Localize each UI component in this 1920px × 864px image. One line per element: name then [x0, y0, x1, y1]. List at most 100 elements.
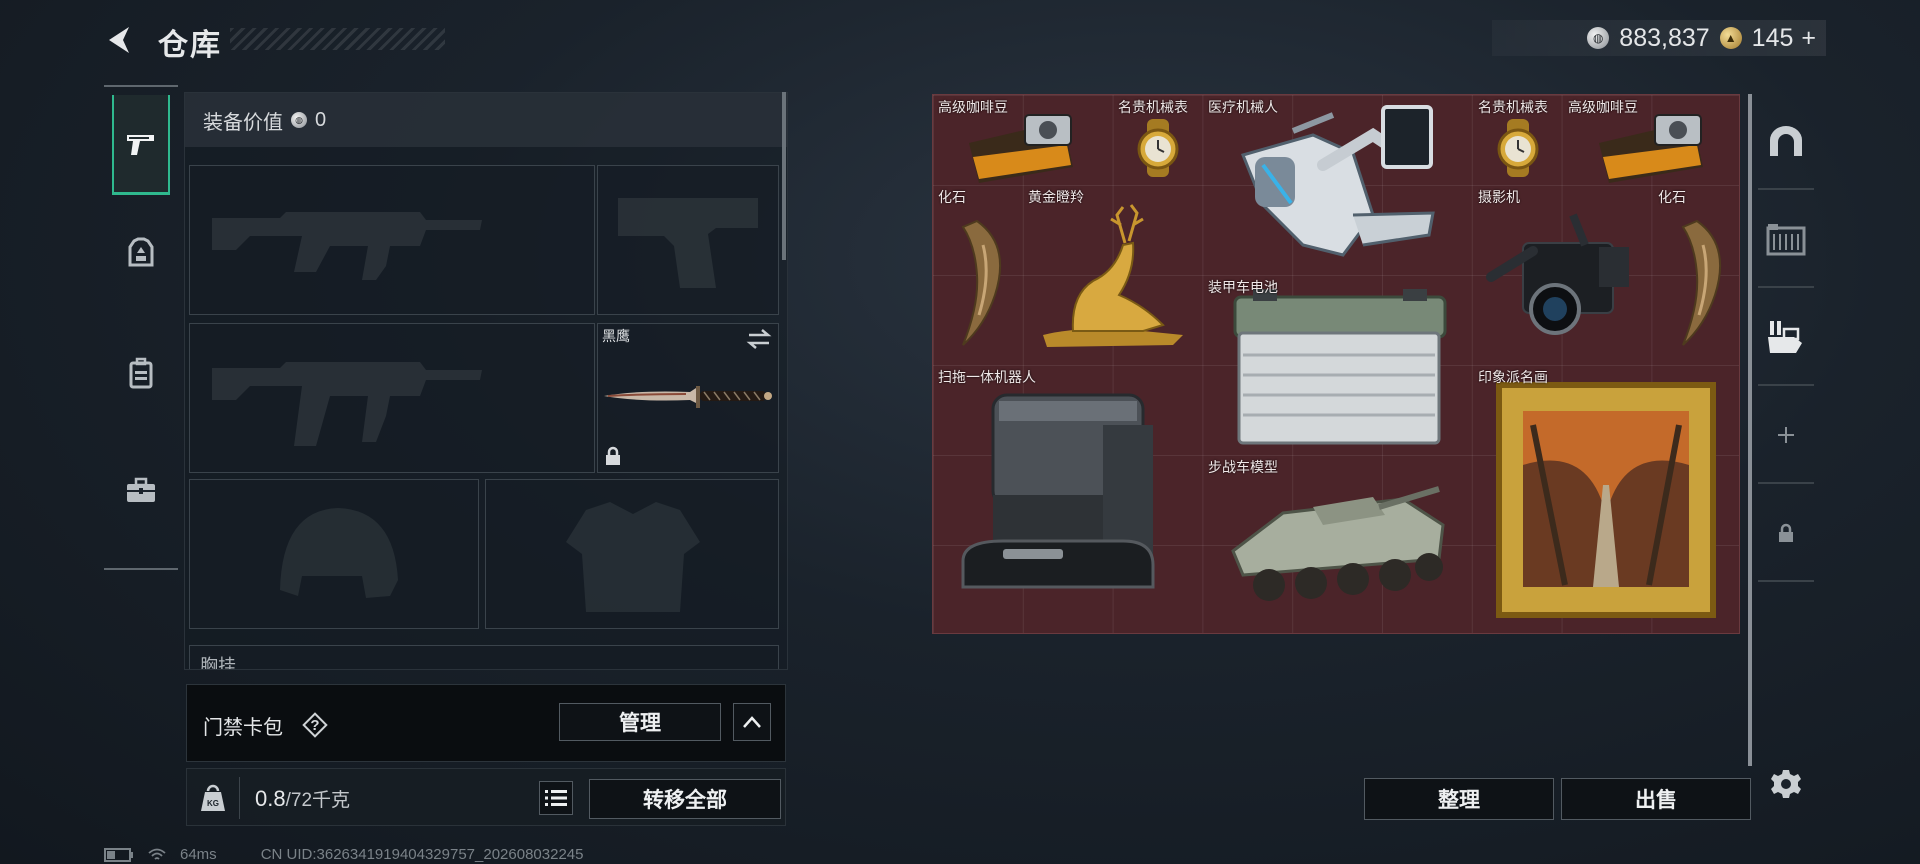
ping-readout: 64ms [180, 846, 217, 863]
stash-item-golden-gazelle[interactable]: 黄金瞪羚 [1023, 185, 1203, 365]
silver-coin-icon: ◍ [1587, 27, 1610, 49]
plus-icon [1778, 427, 1794, 443]
back-button[interactable] [100, 18, 140, 62]
fossil-claw-icon [1681, 219, 1722, 346]
rail-item-case[interactable] [112, 440, 170, 540]
stash-tab-1[interactable] [1758, 94, 1814, 190]
vest-silhouette-icon [566, 502, 700, 612]
pistol-silhouette-icon [618, 198, 758, 288]
keycard-collapse-button[interactable] [733, 703, 771, 741]
item-name: 扫拖一体机器人 [938, 369, 1036, 385]
stash-item-medical-robot[interactable]: 医疗机械人 [1203, 95, 1473, 275]
stash-scrollbar[interactable] [1748, 94, 1752, 766]
item-name: 高级咖啡豆 [938, 99, 1008, 115]
stash-tab-2[interactable] [1758, 192, 1814, 288]
stash-item-ifv-model[interactable]: 步战车模型 [1203, 455, 1473, 633]
chevron-up-icon [743, 716, 761, 728]
stash-item-impressionist-painting[interactable]: 印象派名画 [1473, 365, 1739, 633]
armor-plate-icon [128, 237, 154, 267]
lock-icon [606, 446, 620, 465]
status-bar: 64ms CN UID:3626341919404329757_20260803… [104, 846, 583, 863]
locked-stash-tab[interactable] [1758, 486, 1814, 582]
item-name: 高级咖啡豆 [1568, 99, 1638, 115]
chest-rig-slot[interactable]: 胸挂 [189, 645, 779, 669]
mop-robot-icon [961, 393, 1155, 589]
rail-item-weapons[interactable] [112, 95, 170, 195]
rail-item-armor[interactable] [112, 203, 170, 303]
stash-item-mop-robot[interactable]: 扫拖一体机器人 [933, 365, 1203, 633]
equipment-value-header: 装备价值 ◍ 0 [185, 93, 787, 147]
list-view-button[interactable] [539, 781, 573, 815]
svg-text:KG: KG [207, 799, 219, 808]
stash-item-gold-watch[interactable]: 名贵机械表 [1473, 95, 1563, 185]
crate-icon [1766, 224, 1806, 256]
title-decoration [230, 28, 445, 50]
sort-button[interactable]: 整理 [1364, 778, 1554, 820]
melee-slot[interactable]: 黑鹰 [597, 323, 779, 473]
rail-item-backpack[interactable] [112, 323, 170, 423]
hand-cards-icon [1768, 321, 1802, 353]
primary-weapon-slot-2[interactable] [189, 323, 595, 473]
golden-gazelle-icon [1043, 204, 1183, 347]
briefcase-icon [127, 477, 155, 502]
add-currency-button[interactable]: + [1801, 24, 1816, 53]
sell-button[interactable]: 出售 [1561, 778, 1751, 820]
item-name: 化石 [938, 189, 966, 205]
pistol-slot[interactable] [597, 165, 779, 315]
item-name: 摄影机 [1478, 189, 1520, 205]
weight-kg-icon: KG [201, 784, 225, 811]
rifle-silhouette-icon [212, 362, 482, 446]
rifle-silhouette-icon [212, 212, 482, 280]
settings-button[interactable] [1766, 764, 1806, 804]
ifv-model-icon [1231, 486, 1445, 601]
vest-slot[interactable] [485, 479, 779, 629]
add-stash-tab-button[interactable] [1758, 388, 1814, 484]
keycard-bar: 门禁卡包 ? 管理 [186, 684, 786, 762]
equipment-value: 0 [315, 108, 327, 131]
gold-balance: 145 [1751, 23, 1794, 52]
category-rail [104, 85, 178, 570]
keycard-help-button[interactable]: ? [301, 711, 329, 739]
equipment-panel: 装备价值 ◍ 0 黑鹰 胸挂 [184, 92, 788, 670]
pistol-icon [127, 134, 154, 155]
silver-balance: 883,837 [1619, 23, 1710, 52]
primary-weapon-slot-1[interactable] [189, 165, 595, 315]
stash-item-gold-watch[interactable]: 名贵机械表 [1113, 95, 1203, 185]
video-camera-icon [1486, 213, 1629, 335]
weight-capacity: /72千克 [285, 790, 351, 811]
gold-coin-icon: ▲ [1719, 27, 1742, 49]
uid-readout: CN UID:3626341919404329757_202608032245 [260, 846, 584, 863]
item-name: 名贵机械表 [1118, 99, 1188, 115]
stash-item-armored-vehicle-battery[interactable]: 装甲车电池 [1203, 275, 1473, 455]
stash-tab-rail [1758, 94, 1814, 584]
helmet-silhouette-icon [280, 508, 398, 598]
transfer-all-button[interactable]: 转移全部 [589, 779, 781, 819]
weight-readout: 0.8/72千克 [255, 785, 350, 812]
stash-item-coffee-beans[interactable]: 高级咖啡豆 [933, 95, 1113, 185]
keycard-label: 门禁卡包 [203, 717, 283, 739]
currency-bar: ◍ 883,837 ▲ 145 + [1492, 20, 1826, 56]
item-name: 化石 [1658, 189, 1686, 205]
stash-grid: 高级咖啡豆 名贵机械表 医疗机械人 名贵机械表 高级咖啡豆 化石 黄金瞪羚 摄影… [932, 94, 1740, 634]
stash-item-video-camera[interactable]: 摄影机 [1473, 185, 1653, 365]
weight-bar: KG 0.8/72千克 转移全部 [186, 768, 786, 826]
stash-item-coffee-beans[interactable]: 高级咖啡豆 [1563, 95, 1739, 185]
helmet-slot[interactable] [189, 479, 479, 629]
equipment-scrollbar[interactable] [782, 92, 786, 260]
rail-divider [104, 85, 178, 87]
lock-icon [1779, 523, 1793, 542]
medical-robot-icon [1240, 105, 1435, 257]
framed-painting-icon [1496, 382, 1716, 618]
item-name: 装甲车电池 [1208, 279, 1278, 295]
silver-coin-icon: ◍ [291, 112, 307, 128]
item-name: 名贵机械表 [1478, 99, 1548, 115]
stash-item-fossil[interactable]: 化石 [933, 185, 1023, 365]
current-weight: 0.8 [255, 786, 286, 811]
weight-divider [239, 777, 240, 819]
keycard-manage-button[interactable]: 管理 [559, 703, 721, 741]
stash-item-fossil[interactable]: 化石 [1653, 185, 1739, 365]
stash-tab-3[interactable] [1758, 290, 1814, 386]
item-name: 医疗机械人 [1208, 99, 1278, 115]
wifi-icon [148, 848, 166, 860]
backpack-icon [129, 357, 153, 389]
